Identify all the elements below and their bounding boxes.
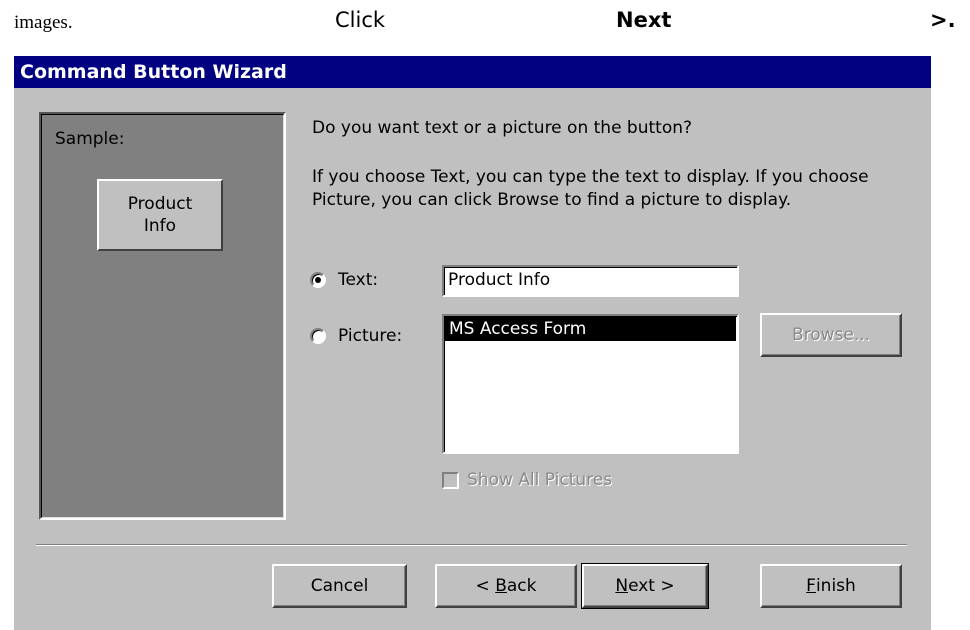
show-all-pictures-label[interactable]: Show All Pictures (467, 470, 612, 490)
finish-button-rest: inish (815, 576, 856, 596)
back-button-mnemonic: B (495, 576, 507, 596)
show-all-pictures-row[interactable]: Show All Pictures (442, 470, 612, 490)
back-button-prefix: < (475, 576, 496, 596)
sample-panel-inner (41, 114, 284, 518)
command-button-wizard-dialog: Command Button Wizard Sample: Product In… (14, 56, 931, 630)
picture-listbox[interactable]: MS Access Form (442, 314, 739, 454)
back-button[interactable]: < Back (435, 564, 577, 608)
dialog-title-bar[interactable]: Command Button Wizard (14, 56, 931, 88)
next-button-rest: ext > (628, 576, 675, 596)
picture-radio-label[interactable]: Picture: (338, 326, 402, 346)
list-item-ms-access-form[interactable]: MS Access Form (445, 317, 736, 341)
sample-preview-button: Product Info (97, 179, 223, 251)
next-button-mnemonic: N (615, 576, 629, 596)
help-text: If you choose Text, you can type the tex… (312, 167, 869, 210)
instruction-word-click: Click (335, 8, 386, 32)
cancel-button-label: Cancel (310, 576, 369, 596)
instruction-word-next: Next (616, 8, 672, 32)
next-button[interactable]: Next > (581, 563, 709, 609)
question-text: Do you want text or a picture on the but… (312, 118, 693, 138)
instruction-word-arrow: >. (930, 8, 956, 32)
show-all-pictures-checkbox[interactable] (442, 471, 459, 489)
sample-label: Sample: (55, 129, 125, 149)
button-text-input[interactable]: Product Info (442, 265, 739, 297)
text-radio-label[interactable]: Text: (338, 270, 378, 290)
back-button-rest: ack (506, 576, 537, 596)
sample-panel: Sample: Product Info (39, 112, 286, 520)
browse-button[interactable]: Browse... (760, 313, 902, 357)
text-radio-button[interactable] (310, 272, 326, 288)
footer-separator (36, 544, 907, 546)
cancel-button[interactable]: Cancel (272, 564, 407, 608)
text-option-row[interactable]: Text: (310, 270, 378, 290)
instruction-word-images: images. (14, 12, 73, 33)
finish-button[interactable]: Finish (760, 564, 902, 608)
picture-radio-button[interactable] (310, 328, 326, 344)
finish-button-mnemonic: F (806, 576, 816, 596)
radio-selected-dot (315, 277, 321, 283)
picture-option-row[interactable]: Picture: (310, 326, 402, 346)
